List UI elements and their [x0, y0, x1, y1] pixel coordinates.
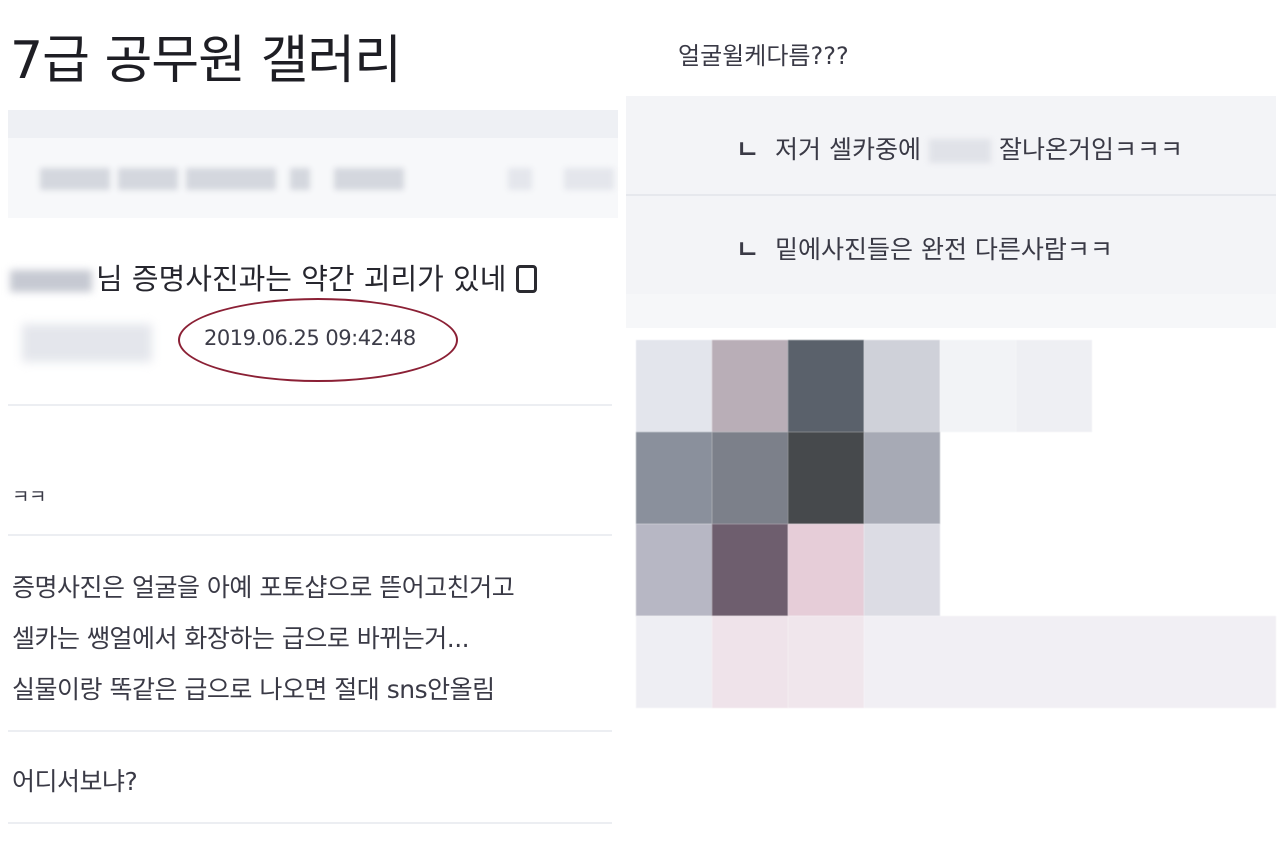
reply-text: ㄴ 저거 셀카중에 잘나온거임ㅋㅋㅋ	[736, 130, 1183, 166]
comment-text: 어디서보냐?	[12, 767, 138, 796]
comment-text: 얼굴윌케다름???	[678, 42, 849, 70]
reply-row: ㄴ 밑에사진들은 완전 다른사람ㅋㅋ	[626, 196, 1276, 294]
reply-row: ㄴ 저거 셀카중에 잘나온거임ㅋㅋㅋ	[626, 96, 1276, 194]
gallery-title[interactable]: 7급 공무원 갤러리	[10, 18, 402, 93]
post-title-text: 님 증명사진과는 약간 괴리가 있네	[96, 262, 507, 296]
comment-line: 셀카는 쌩얼에서 화장하는 급으로 바뀌는거...	[12, 624, 470, 653]
reply-text: ㄴ 밑에사진들은 완전 다른사람ㅋㅋ	[736, 230, 1113, 266]
blurred-name	[928, 139, 991, 163]
divider	[8, 730, 612, 732]
comment-line: 실물이랑 똑같은 급으로 나오면 절대 sns안올림	[12, 675, 495, 704]
reply-marker: ㄴ	[736, 235, 760, 264]
mobile-phone-icon	[516, 265, 538, 293]
blurred-menu-band	[8, 138, 618, 218]
reply-text-before: 저거 셀카중에	[775, 135, 921, 164]
comment-text: ㅋㅋ	[12, 486, 46, 508]
pixelated-censored-image	[636, 340, 1276, 710]
reply-text-after: 잘나온거임ㅋㅋㅋ	[998, 135, 1183, 164]
spacer-band	[626, 294, 1276, 328]
reply-marker: ㄴ	[736, 135, 760, 164]
divider	[8, 404, 612, 406]
reply-text-before: 밑에사진들은 완전 다른사람ㅋㅋ	[775, 235, 1113, 264]
divider	[8, 534, 612, 536]
post-title[interactable]: 님 증명사진과는 약간 괴리가 있네	[10, 256, 538, 298]
highlight-ellipse	[178, 298, 458, 382]
comment-line: 증명사진은 얼굴을 아예 포토샵으로 뜯어고친거고	[12, 573, 515, 602]
blurred-header-band	[8, 110, 618, 138]
blurred-author	[22, 324, 152, 362]
divider	[8, 822, 612, 824]
blurred-nickname	[10, 270, 92, 292]
